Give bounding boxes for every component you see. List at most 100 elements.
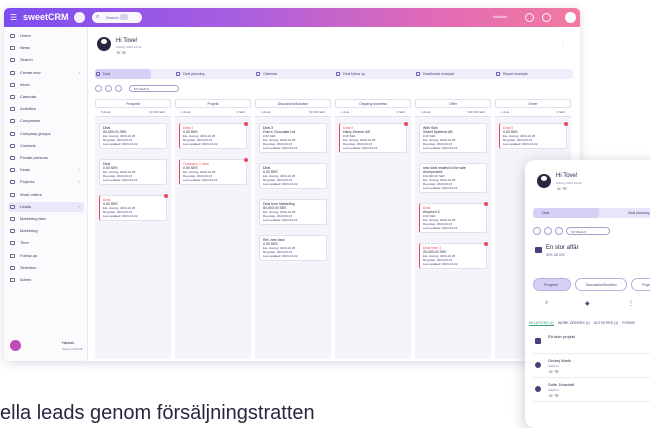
deal-card[interactable]: Ref. new deal 0.00 SEK Est. closing: 2023-… <box>259 235 327 261</box>
column-summary: 2 deals 0 SEK <box>175 108 251 117</box>
tab-deal-planning[interactable]: Deal planning <box>628 208 649 218</box>
tab-report-example[interactable]: Report example <box>495 69 565 79</box>
filter-chip[interactable]: MY DEALS <box>566 227 610 235</box>
deal-card[interactable]: Deal 50,000.00 SEK Est. closing: 2023-10-0… <box>99 123 167 149</box>
refresh-icon[interactable] <box>544 227 552 235</box>
settings-icon[interactable] <box>555 227 563 235</box>
notification-icon[interactable] <box>542 13 551 22</box>
deal-card[interactable]: Deal 4 0.00 SEK Est. closing: 2023-10-05 Re… <box>179 122 248 149</box>
chevron-right-icon: › <box>78 69 80 75</box>
deal-card[interactable]: new deal related to the sale Anonymized 10… <box>419 163 487 193</box>
list-item-title: Sofie Jönsdotti <box>548 382 575 387</box>
tab-deal[interactable]: Deal <box>533 208 599 218</box>
deal-card[interactable]: Deal 3 Fran's Chocolate Ltd 0.00 SEK Est. c… <box>259 123 327 153</box>
sidebar-item-home[interactable]: Home <box>8 31 84 41</box>
filter-icon[interactable] <box>95 85 102 92</box>
deal-card[interactable]: Company 2 deal 0.00 SEK Est. closing: 2023… <box>179 158 248 185</box>
sidebar-item-follow-up[interactable]: Follow-up <box>8 251 84 261</box>
tab-label: Calendar <box>263 72 278 76</box>
sidebar-item-work-orders[interactable]: Work orders <box>8 190 84 200</box>
tag-icon[interactable]: ◆ <box>585 300 590 307</box>
filter-chip[interactable]: MY DEALS <box>129 85 179 92</box>
stage-discussion[interactable]: Discussion/Solution <box>575 278 627 291</box>
sidebar-item-activities[interactable]: Activities <box>8 104 84 114</box>
app-logo[interactable]: sweetCRM <box>23 12 69 23</box>
sidebar-item-create-new[interactable]: Create new › <box>8 68 84 78</box>
user-avatar[interactable] <box>565 12 576 23</box>
deal-card[interactable]: Deal from 3 20,000.00 SEK Est. closing: 20… <box>419 242 488 269</box>
deal-card[interactable]: Deal 9 Harry Zimmer AB 0.00 SEK Est. closin… <box>339 122 408 153</box>
sidebar-item-label: Marketing lists <box>20 216 46 221</box>
tab-deal[interactable]: Deal <box>95 69 151 79</box>
subtab-forms[interactable]: FORMS <box>622 321 635 325</box>
sidebar-item-icon <box>10 229 15 234</box>
subtab-activities-1-[interactable]: ACTIVITIES (1) <box>594 321 618 325</box>
filter-icon[interactable] <box>533 227 541 235</box>
sidebar-item-time[interactable]: Time <box>8 238 84 248</box>
refresh-icon[interactable] <box>105 85 112 92</box>
tab-deal-follow-up[interactable]: Deal follow up <box>335 69 405 79</box>
deal-card[interactable]: Deal 0.00 SEK Est. closing: 2023-10-05 Reg … <box>99 194 168 221</box>
alert-dot-icon <box>164 194 168 198</box>
contact-actions-icons[interactable]: ☏ ✉ <box>548 369 559 375</box>
sidebar-item-calendar[interactable]: Calendar <box>8 92 84 102</box>
list-item[interactable]: Sofie Jönsdotti Säljchef ☏ ✉ <box>533 380 650 402</box>
tab-label: Deal <box>103 72 111 76</box>
sidebar-item-label: Selection <box>20 264 37 270</box>
sidebar-item-private-persons[interactable]: Private persons <box>8 153 84 163</box>
stage-projekt[interactable]: Projekt <box>631 278 650 291</box>
sidebar-item-marketing[interactable]: Marketing <box>8 226 84 236</box>
sidebar-item-admin[interactable]: Admin <box>8 275 84 285</box>
attachment-icon[interactable]: ⌕ <box>545 300 548 307</box>
sidebar-item-news[interactable]: News <box>8 43 84 53</box>
sidebar-item-selection[interactable]: Selection <box>8 263 84 273</box>
deal-card[interactable]: Deal 0.00 SEK Est. closing: 2023-10-05 Reg … <box>259 163 327 189</box>
sidebar-item-marketing-lists[interactable]: Marketing lists <box>8 214 84 224</box>
subtab-relations-1-[interactable]: RELATIONS (1) <box>529 321 554 326</box>
tab-dashboard-example[interactable]: Dashboard example <box>415 69 485 79</box>
tab-deal-planning[interactable]: Deal planning <box>175 69 245 79</box>
sidebar-item-label: Activities <box>20 106 36 112</box>
deal-detail: Last updated: 2023-10-02 <box>103 214 138 218</box>
deal-card[interactable]: Deal 0.00 SEK Est. closing: 2023-10-05 Reg … <box>99 159 167 185</box>
more-icon[interactable]: ⋮ <box>561 42 566 48</box>
deal-card[interactable]: Deal Anyword 3 0.00 SEK Est. closing: 2023-… <box>419 202 488 233</box>
deal-card[interactable]: With Sink Sweet Systems AB 0.00 SEK Est. cl… <box>419 123 487 153</box>
subtab-work-orders-1-[interactable]: WORK ORDERS (1) <box>558 321 590 325</box>
sidebar-item-companies[interactable]: Companies <box>8 116 84 126</box>
sidebar-item-label: Search <box>20 57 33 63</box>
stage-prospekt[interactable]: Prospekt <box>533 278 571 291</box>
deal-card[interactable]: En stor affär SEK 68 000 › <box>533 240 650 266</box>
list-item[interactable]: Ondrej Marik Säljchef ☏ ✉ <box>533 356 650 378</box>
home-icon[interactable] <box>74 12 85 23</box>
alert-dot-icon <box>484 202 488 206</box>
sidebar-item-label: Private persons <box>20 155 48 160</box>
sidebar-item-icon <box>10 156 15 160</box>
sidebar-item-deals[interactable]: Deals › <box>8 165 84 175</box>
avatar[interactable] <box>10 340 21 351</box>
contact-actions-icons[interactable]: ☏ ✉ <box>556 186 567 192</box>
caption-text: ella leads genom försäljningstratten <box>0 402 315 424</box>
contact-actions-icons[interactable]: ☏ ✉ <box>116 50 125 55</box>
more-icon[interactable]: ⋮ <box>628 300 634 307</box>
sidebar-item-leads[interactable]: Leads › <box>8 201 84 212</box>
deal-card[interactable]: Deal 5 0.00 SEK Est. closing: 2023-10-05 Re… <box>499 122 568 149</box>
tab-label: Deal planning <box>183 72 205 76</box>
deal-detail: Last updated: 2023-10-02 <box>343 146 378 150</box>
activity-tag[interactable]: Activitet <box>493 14 507 20</box>
sidebar-item-company-groups[interactable]: Company groups <box>8 129 84 139</box>
menu-icon[interactable]: ☰ <box>10 13 17 22</box>
sidebar-item-search[interactable]: Search <box>8 55 84 65</box>
settings-icon[interactable] <box>115 85 122 92</box>
search-input[interactable]: ⌕ Search <box>92 12 142 23</box>
sidebar-item-inbox[interactable]: Inbox <box>8 80 84 90</box>
list-item[interactable]: Ett stort projekt <box>533 332 650 354</box>
sidebar-item-projects[interactable]: Projects › <box>8 177 84 187</box>
column-summary: 1 deal 0 SEK <box>495 108 571 117</box>
calendar-icon[interactable] <box>120 14 128 20</box>
help-icon[interactable] <box>525 13 534 22</box>
deal-card[interactable]: Deal from Marketing 50,000.00 SEK Est. clo… <box>259 199 327 225</box>
tab-calendar[interactable]: Calendar <box>255 69 325 79</box>
sidebar-item-contacts[interactable]: Contacts <box>8 141 84 151</box>
contact-actions-icons[interactable]: ☏ ✉ <box>548 393 559 399</box>
